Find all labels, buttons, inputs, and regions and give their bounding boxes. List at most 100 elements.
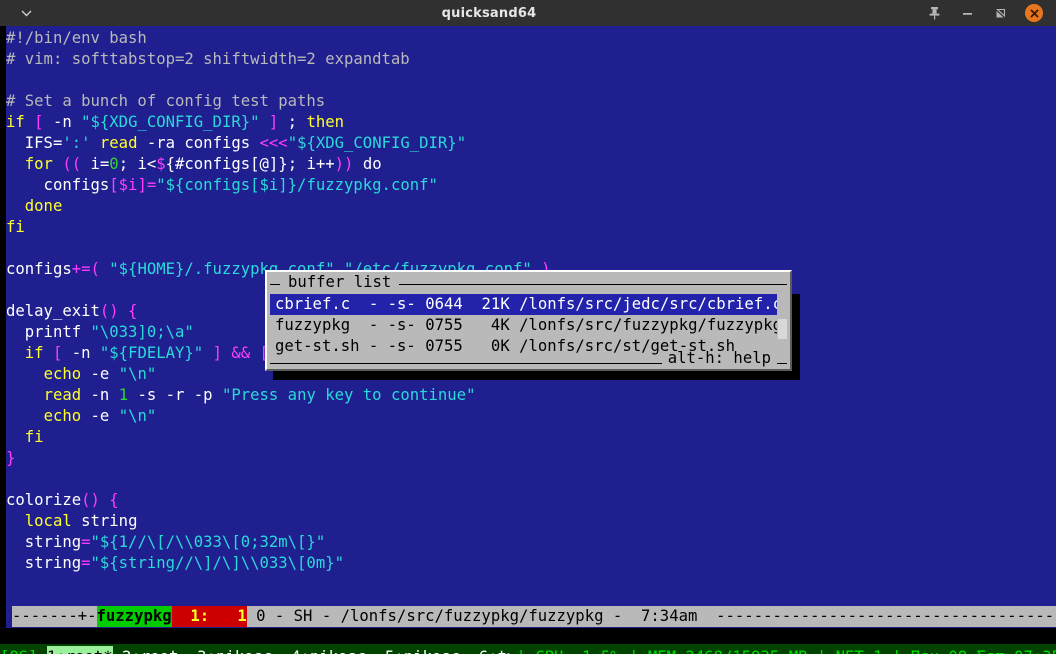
code-token: IFS= — [6, 134, 63, 152]
code-token: printf — [6, 323, 91, 341]
code-token: -s -r -p — [128, 386, 222, 404]
dialog-rule-left — [270, 284, 280, 285]
code-token: -n — [43, 113, 82, 131]
code-token: read — [99, 134, 138, 152]
tmux-status-bar: [QS] · 1:root* 2:root- 3:nikosc 4:nikosc… — [0, 644, 1056, 654]
tmux-net-label: NET — [836, 646, 864, 654]
code-token: i= — [81, 155, 110, 173]
code-token: "${string//\]/\]\\033\[0m}" — [90, 554, 344, 572]
code-token: () { — [99, 302, 138, 320]
tmux-sep-2 — [620, 646, 629, 654]
tmux-cpu-value: 1.5% — [563, 646, 620, 654]
code-line: string="${string//\]/\]\\033\[0m}" — [6, 553, 551, 574]
statusline-info: 0 - SH - /lonfs/src/fuzzypkg/fuzzypkg - … — [246, 605, 717, 627]
code-token: fi — [6, 218, 25, 236]
tmux-datetime-pad — [901, 646, 910, 654]
code-token: "${configs[$i]}/fuzzypkg.conf" — [156, 176, 438, 194]
code-token: [ — [34, 113, 44, 131]
statusline-dashes-right: ------------------------------------- — [716, 605, 1056, 627]
tmux-window-6[interactable]: 6:t> — [469, 646, 517, 654]
code-token: configs — [6, 260, 72, 278]
code-line: read -n 1 -s -r -p "Press any key to con… — [6, 385, 551, 406]
code-token: string — [6, 533, 82, 551]
tmux-sep-3: | — [817, 646, 826, 654]
dialog-footer-rule — [270, 362, 662, 364]
terminal-gap — [0, 628, 1056, 644]
code-token: "${XDG_CONFIG_DIR}" — [81, 113, 260, 131]
code-token: "${1//\[/\\033\[0;32m\[}" — [90, 533, 326, 551]
code-token: 1 — [118, 386, 129, 404]
code-token: [ — [109, 176, 119, 194]
code-line: for (( i=0; i<${#configs[@]}; i++)) do — [6, 154, 551, 175]
buffer-list-item[interactable]: cbrief.c - -s- 0644 21K /lonfs/src/jedc/… — [270, 294, 787, 315]
tmux-separator-dot: · — [38, 646, 47, 654]
code-token: "\n" — [118, 365, 157, 383]
code-line: IFS=':' read -ra configs <<<"${XDG_CONFI… — [6, 133, 551, 154]
dialog-scrollbar-thumb[interactable] — [778, 319, 787, 339]
tmux-sep-1: | — [516, 646, 525, 654]
code-token: "\033]0;\a" — [90, 323, 194, 341]
minimize-icon[interactable] — [959, 5, 976, 22]
maximize-icon[interactable] — [992, 5, 1009, 22]
code-token: string — [71, 512, 138, 530]
code-token: local — [24, 512, 72, 530]
window-menu-button[interactable] — [0, 8, 52, 19]
buffer-list-dialog[interactable]: buffer list cbrief.c - -s- 0644 21K /lon… — [265, 270, 792, 371]
code-token: ; i++ — [287, 155, 335, 173]
code-token: # vim: softtabstop=2 shiftwidth=2 expand… — [6, 50, 410, 68]
code-token: <<< — [259, 134, 288, 152]
close-icon[interactable] — [1025, 4, 1043, 22]
code-token: -ra configs — [137, 134, 260, 152]
code-token: $ — [156, 155, 166, 173]
code-token: 0 — [109, 155, 119, 173]
tmux-sep-4-pad — [883, 646, 892, 654]
code-token: for — [24, 155, 53, 173]
code-token: "\n" — [118, 407, 157, 425]
code-line: if [ -n "${XDG_CONFIG_DIR}" ] ; then — [6, 112, 551, 133]
code-token: () { — [81, 491, 119, 509]
code-token: if — [6, 113, 35, 131]
tmux-window-3[interactable]: 3:nikosc — [197, 646, 282, 654]
tmux-window-active[interactable]: 1:root* — [46, 646, 113, 654]
statusline-cursor-position: 1: 1 — [171, 605, 247, 627]
pin-icon[interactable] — [926, 5, 943, 22]
buffer-list-item[interactable]: fuzzypkg - -s- 0755 4K /lonfs/src/fuzzyp… — [270, 315, 787, 336]
code-token: "Press any key to continue" — [221, 386, 476, 404]
tmux-window-2[interactable]: 2:root- — [113, 646, 198, 654]
code-line: colorize() { — [6, 490, 551, 511]
code-token: = — [81, 554, 91, 572]
code-token: # Set a bunch of config test paths — [6, 92, 326, 110]
tmux-window-5[interactable]: 5:nikosc — [376, 646, 470, 654]
dialog-titlebar: buffer list — [270, 273, 787, 294]
tmux-sep-4: | — [892, 646, 901, 654]
code-token: $i — [118, 176, 138, 194]
code-line: fi — [6, 427, 551, 448]
tmux-window-4[interactable]: 4:nikosc — [282, 646, 376, 654]
code-token: {#configs[@]} — [165, 155, 288, 173]
code-token: -n — [81, 386, 119, 404]
code-token: fi — [24, 428, 44, 446]
code-token: echo — [43, 365, 82, 383]
chevron-down-icon[interactable] — [21, 8, 32, 19]
code-line: fi — [6, 217, 551, 238]
code-token: )) — [334, 155, 354, 173]
code-line: configs[$i]="${configs[$i]}/fuzzypkg.con… — [6, 175, 551, 196]
code-token: ; i< — [118, 155, 157, 173]
code-line: local string — [6, 511, 551, 532]
code-line: # Set a bunch of config test paths — [6, 91, 551, 112]
tmux-sep-3-pad — [807, 646, 816, 654]
window-titlebar: quicksand64 — [0, 0, 1056, 26]
code-line: } — [6, 448, 551, 469]
tmux-mem-value: 2468/15935 MB — [676, 646, 807, 654]
code-token: -e — [81, 407, 119, 425]
tmux-cpu-label-text: CPU — [535, 646, 563, 654]
